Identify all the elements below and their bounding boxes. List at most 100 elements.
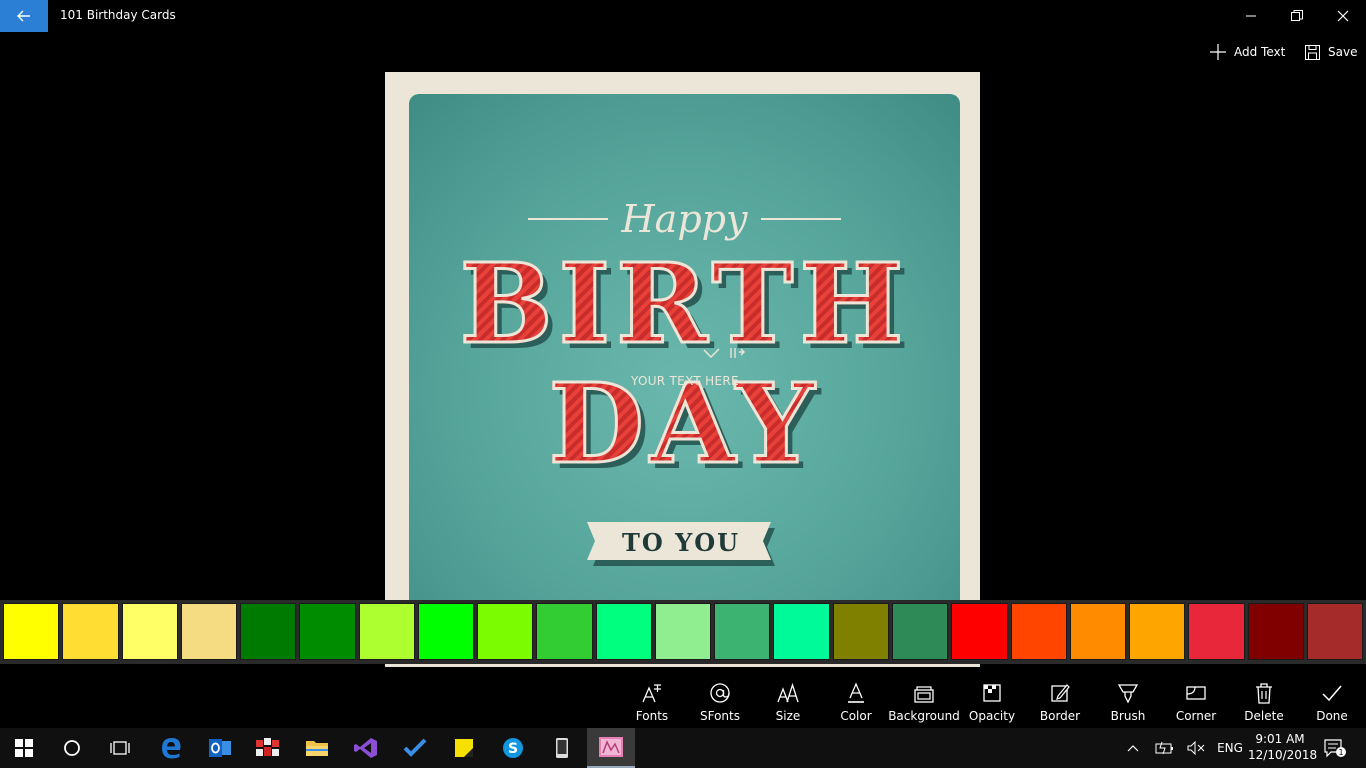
add-text-label: Add Text — [1234, 45, 1286, 59]
fonts-icon — [642, 684, 661, 703]
close-button[interactable] — [1320, 0, 1366, 32]
edge-browser-icon — [162, 738, 181, 759]
save-button[interactable]: Save — [1305, 42, 1357, 62]
birthday-card[interactable]: Happy BIRTH BIRTH DAY DAY YOUR TEXT HERE… — [385, 72, 980, 667]
taskbar-file-explorer[interactable] — [293, 728, 341, 768]
birth-text: BIRTH — [409, 242, 960, 365]
move-handle-icon[interactable] — [727, 344, 745, 362]
confirm-check-icon[interactable] — [703, 348, 721, 360]
back-button[interactable] — [0, 0, 48, 32]
folder-icon — [306, 741, 328, 756]
text-placeholder[interactable]: YOUR TEXT HERE — [631, 374, 739, 388]
svg-text:S: S — [508, 741, 518, 757]
minimize-button[interactable] — [1228, 0, 1274, 32]
taskbar-edge[interactable] — [147, 728, 195, 768]
color-swatch[interactable] — [773, 603, 830, 660]
done-button[interactable]: Done — [1298, 672, 1366, 728]
save-label: Save — [1328, 45, 1358, 59]
brush-label: Brush — [1110, 709, 1146, 723]
color-palette — [0, 600, 1366, 664]
search-button[interactable] — [48, 728, 96, 768]
edit-toolbar: Fonts SFonts Size Color Background Opaci… — [618, 672, 1366, 728]
color-swatch[interactable] — [1129, 603, 1186, 660]
color-swatch[interactable] — [62, 603, 119, 660]
color-swatch[interactable] — [180, 603, 238, 660]
volume-button[interactable] — [1184, 728, 1208, 768]
color-swatch[interactable] — [536, 603, 593, 660]
color-swatch[interactable] — [595, 603, 652, 660]
color-swatch[interactable] — [240, 603, 297, 660]
decorative-line — [527, 218, 608, 220]
taskbar-visual-studio[interactable] — [342, 728, 390, 768]
battery-button[interactable] — [1152, 728, 1178, 768]
border-label: Border — [1039, 709, 1081, 723]
input-language-button[interactable]: ENG — [1214, 728, 1246, 768]
todo-check-icon — [403, 738, 427, 757]
color-swatch[interactable] — [891, 603, 949, 660]
show-hidden-icons-button[interactable] — [1122, 728, 1144, 768]
taskbar-phone-app[interactable] — [538, 728, 586, 768]
size-button[interactable]: Size — [754, 672, 822, 728]
taskbar-birthday-cards[interactable] — [587, 728, 635, 768]
color-swatch[interactable] — [358, 603, 415, 660]
sticky-notes-icon — [455, 739, 473, 757]
corner-button[interactable]: Corner — [1162, 672, 1230, 728]
restore-button[interactable] — [1274, 0, 1320, 32]
cortana-circle-icon — [64, 740, 80, 756]
color-swatch[interactable] — [477, 603, 534, 660]
background-icon — [914, 686, 934, 703]
happy-text: Happy — [621, 197, 748, 241]
task-view-button[interactable] — [96, 728, 144, 768]
happy-heading: Happy — [409, 194, 960, 244]
color-button[interactable]: Color — [822, 672, 890, 728]
color-swatch[interactable] — [417, 603, 475, 660]
color-swatch[interactable] — [1247, 603, 1304, 660]
clock-time: 9:01 AM — [1255, 732, 1305, 746]
clock[interactable]: 9:01 AM 12/10/2018 — [1248, 731, 1317, 763]
to-you-text: TO YOU — [621, 528, 741, 557]
battery-charging-icon — [1155, 741, 1173, 755]
opacity-label: Opacity — [968, 709, 1016, 723]
start-button[interactable] — [0, 728, 48, 768]
color-swatch[interactable] — [832, 603, 889, 660]
taskbar-sticky-notes[interactable] — [440, 728, 488, 768]
color-swatch[interactable] — [121, 603, 178, 660]
action-center-button[interactable]: 1 — [1320, 728, 1350, 768]
border-edit-icon — [1051, 684, 1070, 702]
taskbar-outlook[interactable] — [196, 728, 244, 768]
color-swatch[interactable] — [1188, 603, 1245, 660]
sfonts-label: SFonts — [700, 709, 740, 723]
color-swatch[interactable] — [1069, 603, 1127, 660]
fonts-label: Fonts — [635, 709, 669, 723]
color-swatch[interactable] — [1010, 603, 1067, 660]
color-swatch[interactable] — [299, 603, 356, 660]
opacity-button[interactable]: Opacity — [958, 672, 1026, 728]
taskbar-skype[interactable]: S — [489, 728, 537, 768]
trash-icon — [1256, 683, 1272, 704]
color-swatch[interactable] — [714, 603, 771, 660]
app-title: 101 Birthday Cards — [60, 8, 176, 22]
task-view-icon — [110, 741, 130, 755]
brush-button[interactable]: Brush — [1094, 672, 1162, 728]
background-button[interactable]: Background — [888, 672, 960, 728]
border-button[interactable]: Border — [1026, 672, 1094, 728]
taskbar-todo[interactable] — [391, 728, 439, 768]
sfonts-button[interactable]: SFonts — [686, 672, 754, 728]
color-swatch[interactable] — [3, 603, 60, 660]
font-color-icon — [848, 682, 864, 703]
add-text-button[interactable]: Add Text — [1210, 42, 1285, 62]
delete-button[interactable]: Delete — [1230, 672, 1298, 728]
color-swatch[interactable] — [1306, 603, 1364, 660]
opacity-icon — [983, 684, 1001, 702]
corner-icon — [1186, 686, 1206, 700]
taskbar-app-1[interactable] — [244, 728, 292, 768]
fonts-button[interactable]: Fonts — [618, 672, 686, 728]
at-sign-icon — [710, 683, 730, 703]
color-swatch[interactable] — [654, 603, 712, 660]
outlook-icon — [209, 739, 231, 757]
plus-icon — [1210, 44, 1226, 60]
card-canvas[interactable]: Happy BIRTH BIRTH DAY DAY YOUR TEXT HERE… — [409, 94, 960, 634]
birthday-cards-app-icon — [599, 737, 623, 757]
color-swatch[interactable] — [951, 603, 1008, 660]
done-label: Done — [1316, 709, 1348, 723]
